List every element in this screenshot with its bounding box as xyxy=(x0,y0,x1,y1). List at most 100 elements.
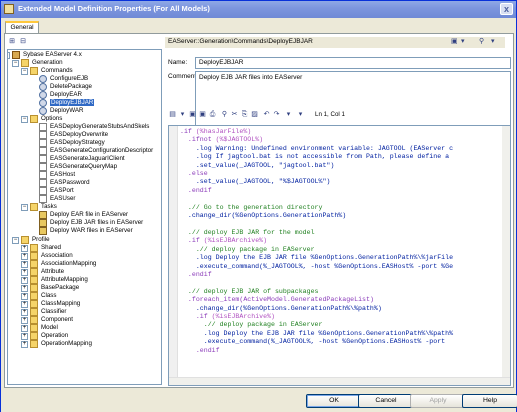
tree-node-root[interactable]: −Sybase EAServer 4.x xyxy=(8,51,82,59)
tree-node-commands[interactable]: − Commands xyxy=(21,67,73,75)
pane-splitter[interactable] xyxy=(164,49,167,385)
expand-toggle[interactable]: + xyxy=(21,317,28,324)
tree-expand-icon[interactable]: ⊞ xyxy=(7,37,17,47)
collapse-toggle[interactable]: − xyxy=(8,52,10,59)
tree-item-command[interactable]: DeployWAR xyxy=(39,107,83,115)
apply-button[interactable]: Apply xyxy=(410,394,466,408)
tree-node-options[interactable]: − Options xyxy=(21,115,62,123)
collapse-toggle[interactable]: − xyxy=(21,68,28,75)
expand-toggle[interactable]: + xyxy=(21,253,28,260)
tree-node-profile-item[interactable]: + Operation xyxy=(21,332,68,340)
tree-node-profile-item[interactable]: + AttributeMapping xyxy=(21,276,88,284)
print-icon[interactable]: ⎙ xyxy=(208,110,217,120)
collapse-toggle[interactable]: − xyxy=(21,204,28,211)
folder-icon xyxy=(30,316,38,324)
tree-node-generation[interactable]: − Generation xyxy=(12,59,63,67)
expand-toggle[interactable]: + xyxy=(21,293,28,300)
tree-node-profile-item[interactable]: + Class xyxy=(21,292,56,300)
tree-item-option[interactable]: EASGenerateConfigurationDescriptor xyxy=(39,147,153,155)
folder-icon xyxy=(30,268,38,276)
folder-icon xyxy=(30,115,38,123)
tree-node-profile-item[interactable]: + Component xyxy=(21,316,73,324)
tree-item-option[interactable]: EASPort xyxy=(39,187,74,195)
open-icon[interactable]: ▣ xyxy=(188,110,197,120)
tree-item-option[interactable]: EASHost xyxy=(39,171,75,179)
tree-collapse-icon[interactable]: ⊟ xyxy=(18,37,28,47)
expand-toggle[interactable]: + xyxy=(21,333,28,340)
redo-icon[interactable]: ↷ xyxy=(272,110,281,120)
tree-node-profile-item[interactable]: + OperationMapping xyxy=(21,340,92,348)
editor-horizontal-scrollbar[interactable] xyxy=(169,377,510,385)
tree-item-option[interactable]: EASDeployOverwrite xyxy=(39,131,108,139)
copy-icon[interactable]: ⎘ xyxy=(240,110,249,120)
expand-toggle[interactable]: + xyxy=(21,341,28,348)
tree-item-command-selected[interactable]: DeployEJBJAR xyxy=(39,99,95,107)
help-button[interactable]: Help xyxy=(462,394,517,408)
tree-node-profile-item[interactable]: + Model xyxy=(21,324,58,332)
properties-icon[interactable]: ▤ xyxy=(168,110,177,120)
tree-node-profile-item[interactable]: + ClassMapping xyxy=(21,300,80,308)
task-icon xyxy=(39,211,47,219)
tree-item-option[interactable]: EASUser xyxy=(39,195,75,203)
paste-icon[interactable]: ▨ xyxy=(250,110,259,120)
save-icon[interactable]: ▣ xyxy=(451,37,458,45)
template-editor[interactable]: .if (%hasJarFile%) .ifnot (%$JAGTOOL%) .… xyxy=(168,125,511,386)
folder-icon xyxy=(30,260,38,268)
tree-menu-icon[interactable]: ▾ xyxy=(491,37,495,45)
tree-node-profile-item[interactable]: + Attribute xyxy=(21,268,64,276)
folder-icon xyxy=(30,67,38,75)
option-icon xyxy=(39,131,47,139)
expand-toggle[interactable]: + xyxy=(21,301,28,308)
cut-icon[interactable]: ✂ xyxy=(230,110,239,120)
tree-node-profile-item[interactable]: + Classifier xyxy=(21,308,66,316)
tree-item-option[interactable]: EASGenerateQueryMap xyxy=(39,163,117,171)
option-icon xyxy=(39,139,47,147)
collapse-toggle[interactable]: − xyxy=(21,116,28,123)
name-field[interactable]: DeployEJBJAR xyxy=(195,57,511,69)
tree-node-profile-item[interactable]: + Shared xyxy=(21,244,61,252)
tree-item-task[interactable]: Deploy WAR files in EAServer xyxy=(39,227,133,235)
tree-item-option[interactable]: EASPassword xyxy=(39,179,90,187)
editor-vertical-scrollbar[interactable] xyxy=(502,126,510,379)
expand-toggle[interactable]: + xyxy=(21,309,28,316)
tree-item-command[interactable]: ConfigureEJB xyxy=(39,75,88,83)
tree-node-profile-item[interactable]: + AssociationMapping xyxy=(21,260,96,268)
bookmark-icon[interactable]: ▾ xyxy=(296,110,305,120)
collapse-toggle[interactable]: − xyxy=(12,237,19,244)
comment-label: Comment: xyxy=(168,73,198,80)
folder-icon xyxy=(30,244,38,252)
tree-node-profile[interactable]: − Profile xyxy=(12,236,50,244)
tree-item-option[interactable]: EASGenerateJaguarIClient xyxy=(39,155,125,163)
option-icon xyxy=(39,195,47,203)
insert-icon[interactable]: ▾ xyxy=(284,110,293,120)
command-icon xyxy=(39,83,47,91)
tree-item-task[interactable]: Deploy EJB JAR files in EAServer xyxy=(39,219,143,227)
tree-item-task[interactable]: Deploy EAR file in EAServer xyxy=(39,211,128,219)
close-button[interactable]: x xyxy=(500,3,513,15)
tree-node-profile-item[interactable]: + BasePackage xyxy=(21,284,79,292)
expand-toggle[interactable]: + xyxy=(21,277,28,284)
undo-icon[interactable]: ↶ xyxy=(262,110,271,120)
menu-dropdown-icon[interactable]: ▾ xyxy=(178,110,187,120)
expand-toggle[interactable]: + xyxy=(21,245,28,252)
expand-toggle[interactable]: + xyxy=(21,269,28,276)
expand-toggle[interactable]: + xyxy=(21,325,28,332)
ok-button[interactable]: OK xyxy=(306,394,362,408)
cancel-button[interactable]: Cancel xyxy=(358,394,414,408)
comment-field[interactable]: Deploy EJB JAR files into EAServer xyxy=(195,71,511,132)
collapse-toggle[interactable]: − xyxy=(12,60,19,67)
expand-toggle[interactable]: + xyxy=(21,261,28,268)
dropdown-icon[interactable]: ▾ xyxy=(461,37,465,45)
save-icon[interactable]: ▣ xyxy=(198,110,207,120)
tree-item-command[interactable]: DeployEAR xyxy=(39,91,82,99)
tree-item-command[interactable]: DeletePackage xyxy=(39,83,92,91)
folder-icon xyxy=(30,308,38,316)
find-icon[interactable]: ⚲ xyxy=(220,110,229,120)
find-icon[interactable]: ⚲ xyxy=(479,37,484,45)
tree-item-option[interactable]: EASDeployStrategy xyxy=(39,139,105,147)
tree-node-profile-item[interactable]: + Association xyxy=(21,252,73,260)
folder-icon xyxy=(30,300,38,308)
expand-toggle[interactable]: + xyxy=(21,285,28,292)
tree-item-option[interactable]: EASDeployGenerateStubsAndSkels xyxy=(39,123,149,131)
tree-node-tasks[interactable]: − Tasks xyxy=(21,203,57,211)
